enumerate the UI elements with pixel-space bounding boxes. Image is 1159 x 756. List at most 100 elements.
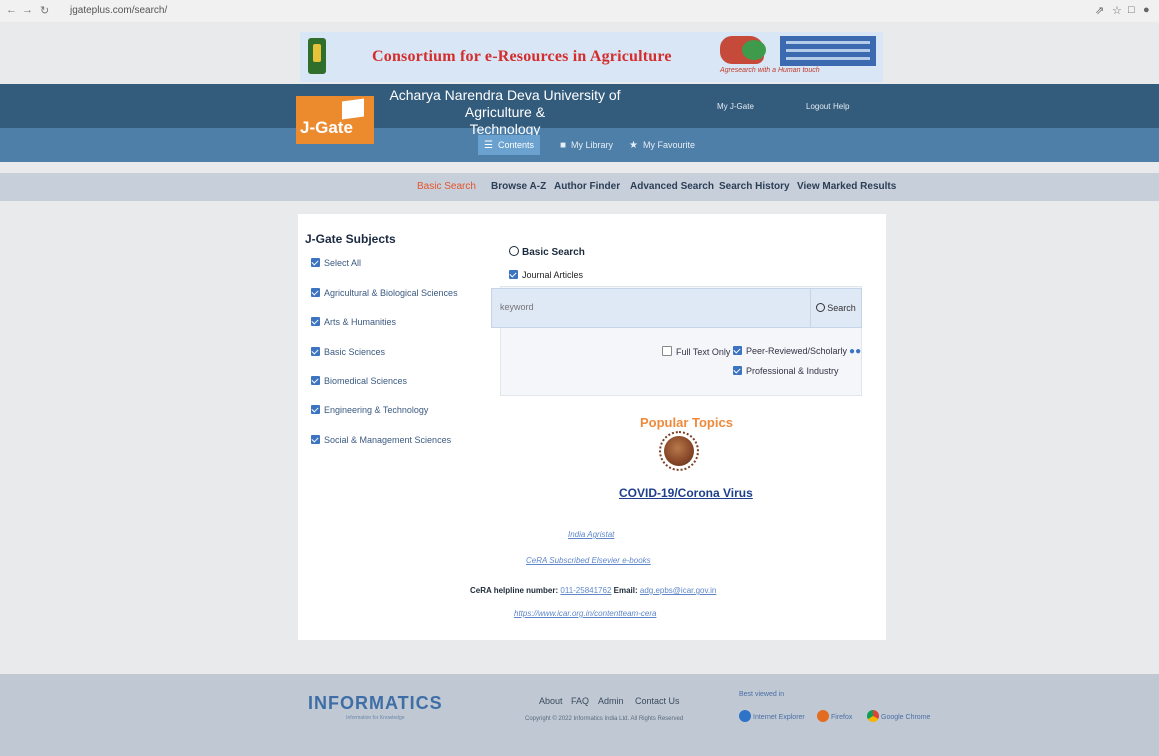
subjects-title: J-Gate Subjects — [305, 232, 396, 246]
best-viewed-label: Best viewed in — [739, 691, 785, 698]
jgate-logo[interactable]: J-Gate — [296, 96, 374, 144]
nav-basic-search[interactable]: Basic Search — [417, 181, 476, 192]
full-text-only-label: Full Text Only — [676, 347, 731, 357]
checkbox-checked-icon[interactable] — [733, 366, 742, 375]
main-content-card — [298, 214, 886, 640]
basic-search-heading: Basic Search — [509, 246, 585, 258]
subject-arts[interactable]: Arts & Humanities — [311, 317, 396, 331]
footer — [0, 674, 1159, 756]
professional-industry-option[interactable]: Professional & Industry — [733, 366, 839, 376]
search-button[interactable]: Search — [810, 288, 862, 328]
banner-tagline: Agresearch with a Human touch — [720, 67, 820, 74]
banner-title: Consortium for e-Resources in Agricultur… — [372, 48, 672, 65]
nav-advanced-search[interactable]: Advanced Search — [630, 181, 714, 192]
browser-chrome: Google Chrome — [867, 710, 930, 726]
nav-view-marked-results[interactable]: View Marked Results — [797, 181, 896, 192]
journal-articles-option[interactable]: Journal Articles — [509, 270, 583, 280]
search-icon — [509, 246, 519, 256]
star-icon[interactable]: ☆ — [1112, 4, 1122, 17]
search-input[interactable] — [492, 289, 808, 325]
subject-basic-sciences[interactable]: Basic Sciences — [311, 347, 385, 361]
icar-emblem-icon — [308, 38, 326, 74]
informatics-logo[interactable]: INFORMATICS Information for Knowledge — [308, 693, 443, 721]
nav-search-history[interactable]: Search History — [719, 181, 790, 192]
checkbox-checked-icon[interactable] — [311, 347, 320, 356]
profile-icon[interactable]: ● — [1143, 4, 1150, 16]
subject-label: Agricultural & Biological Sciences — [324, 288, 458, 298]
help-link[interactable]: Help — [833, 102, 849, 111]
checkbox-checked-icon[interactable] — [311, 376, 320, 385]
browser-ie: Internet Explorer — [739, 710, 805, 726]
basic-search-heading-text: Basic Search — [522, 247, 585, 258]
nav-author-finder[interactable]: Author Finder — [554, 181, 620, 192]
tab-my-favourite[interactable]: ★ My Favourite — [629, 135, 695, 155]
full-text-only-option[interactable]: Full Text Only — [662, 346, 730, 357]
subject-biomedical[interactable]: Biomedical Sciences — [311, 376, 407, 390]
checkbox-checked-icon[interactable] — [311, 405, 320, 414]
peer-reviewed-label: Peer-Reviewed/Scholarly — [746, 346, 848, 356]
contents-icon: ☰ — [484, 140, 493, 151]
firefox-icon — [817, 710, 829, 722]
university-name: Acharya Narendra Deva University of Agri… — [385, 87, 625, 138]
footer-contact-link[interactable]: Contact Us — [635, 696, 680, 706]
back-icon[interactable]: ← — [6, 4, 17, 16]
reload-icon[interactable]: ↻ — [40, 4, 49, 17]
tab-contents-label: Contents — [497, 140, 534, 150]
covid-link[interactable]: COVID-19/Corona Virus — [619, 486, 753, 500]
search-icon — [816, 303, 826, 312]
nav-browse-a-z[interactable]: Browse A-Z — [491, 181, 546, 192]
helpline-number: 011-25841762 — [560, 586, 612, 595]
subject-label: Basic Sciences — [324, 347, 386, 357]
share-icon[interactable]: ⇗ — [1095, 4, 1104, 17]
informatics-tagline: Information for Knowledge — [346, 715, 405, 721]
checkbox-checked-icon[interactable] — [311, 258, 320, 267]
journal-articles-label: Journal Articles — [522, 270, 584, 280]
checkbox-checked-icon[interactable] — [733, 346, 742, 355]
email-link[interactable]: adg.epbs@icar.gov.in — [640, 586, 716, 595]
cera-ebooks-link[interactable]: CeRA Subscribed Elsevier e-books — [526, 556, 651, 565]
browser-firefox: Firefox — [817, 710, 852, 726]
tab-contents[interactable]: ☰ Contents — [478, 135, 540, 155]
chrome-icon — [867, 710, 879, 722]
subject-engineering[interactable]: Engineering & Technology — [311, 405, 428, 419]
browser-label: Google Chrome — [881, 714, 931, 721]
forward-icon[interactable]: → — [22, 4, 33, 16]
search-box[interactable] — [491, 288, 813, 328]
logout-link[interactable]: Logout — [806, 102, 830, 111]
checkbox-checked-icon[interactable] — [509, 270, 518, 279]
india-agristat-link[interactable]: India Agristat — [568, 530, 614, 539]
checkbox-checked-icon[interactable] — [311, 317, 320, 326]
icar-text-block — [780, 36, 876, 66]
star-favourite-icon: ★ — [629, 140, 638, 151]
subject-label: Social & Management Sciences — [324, 435, 452, 445]
tab-my-library-label: My Library — [571, 140, 614, 150]
footer-admin-link[interactable]: Admin — [598, 696, 624, 706]
browser-label: Internet Explorer — [753, 714, 805, 721]
my-jgate-link[interactable]: My J-Gate — [717, 102, 754, 111]
peer-reviewed-option[interactable]: Peer-Reviewed/Scholarly ●● — [733, 346, 861, 357]
subject-label: Engineering & Technology — [324, 405, 429, 415]
checkbox-checked-icon[interactable] — [311, 435, 320, 444]
subject-social-management[interactable]: Social & Management Sciences — [311, 435, 451, 449]
subject-agricultural[interactable]: Agricultural & Biological Sciences — [311, 288, 458, 302]
checkbox-unchecked-icon[interactable] — [662, 346, 672, 356]
email-label: Email: — [613, 586, 638, 595]
library-icon: ■ — [560, 140, 567, 151]
address-bar[interactable]: jgateplus.com/search/ — [70, 5, 167, 16]
jgate-doc-icon — [342, 98, 364, 120]
tab-my-library[interactable]: ■ My Library — [560, 135, 613, 155]
subject-select-all[interactable]: Select All — [311, 258, 361, 272]
people-icon: ●● — [849, 346, 862, 357]
coronavirus-icon[interactable] — [659, 431, 699, 471]
sidepanel-icon[interactable]: □ — [1128, 4, 1135, 16]
subject-label: Select All — [324, 258, 362, 268]
search-button-label: Search — [827, 303, 856, 313]
footer-about-link[interactable]: About — [539, 696, 563, 706]
professional-label: Professional & Industry — [746, 366, 839, 376]
popular-topics-heading: Popular Topics — [640, 415, 733, 430]
informatics-logo-text: INFORMATICS — [308, 693, 443, 713]
browser-label: Firefox — [831, 714, 853, 721]
checkbox-checked-icon[interactable] — [311, 288, 320, 297]
contentteam-link[interactable]: https://www.icar.org.in/contentteam-cera — [514, 609, 656, 618]
footer-faq-link[interactable]: FAQ — [571, 696, 589, 706]
